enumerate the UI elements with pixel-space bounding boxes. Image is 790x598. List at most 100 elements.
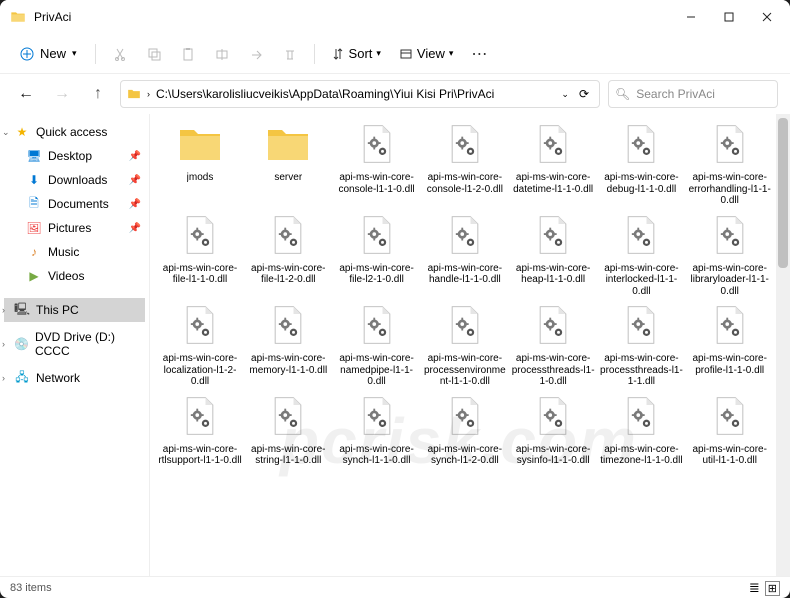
sidebar-quick-access[interactable]: ⌄★Quick access <box>4 120 145 144</box>
file-item[interactable]: api-ms-win-core-namedpipe-l1-1-0.dll <box>335 301 419 388</box>
item-count: 83 items <box>10 582 52 594</box>
back-button[interactable]: ← <box>12 80 40 108</box>
file-item[interactable]: api-ms-win-core-synch-l1-2-0.dll <box>423 392 507 467</box>
file-name: api-ms-win-core-file-l2-1-0.dll <box>335 263 419 286</box>
status-bar: 83 items ≣ ⊞ <box>0 576 790 598</box>
pin-icon: 📌 <box>129 223 141 234</box>
dll-file-icon <box>353 392 401 440</box>
file-item[interactable]: api-ms-win-core-interlocked-l1-1-0.dll <box>599 211 683 298</box>
scroll-thumb[interactable] <box>778 118 788 268</box>
share-button[interactable] <box>242 40 270 68</box>
file-item[interactable]: api-ms-win-core-console-l1-2-0.dll <box>423 120 507 207</box>
dll-file-icon <box>617 120 665 168</box>
file-item[interactable]: api-ms-win-core-processthreads-l1-1-0.dl… <box>511 301 595 388</box>
file-item[interactable]: api-ms-win-core-datetime-l1-1-0.dll <box>511 120 595 207</box>
content-area[interactable]: jmodsserverapi-ms-win-core-console-l1-1-… <box>150 114 790 576</box>
pin-icon: 📌 <box>129 151 141 162</box>
file-item[interactable]: api-ms-win-core-handle-l1-1-0.dll <box>423 211 507 298</box>
details-view-button[interactable]: ≣ <box>749 580 760 596</box>
file-item[interactable]: api-ms-win-core-console-l1-1-0.dll <box>335 120 419 207</box>
separator <box>95 44 96 64</box>
folder-icon <box>176 120 224 168</box>
file-name: api-ms-win-core-timezone-l1-1-0.dll <box>599 444 683 467</box>
folder-icon <box>264 120 312 168</box>
search-input[interactable]: 🔍︎ Search PrivAci <box>608 80 778 108</box>
sidebar-videos[interactable]: ▶Videos <box>4 264 145 288</box>
view-button[interactable]: View ▾ <box>393 42 459 65</box>
file-item[interactable]: api-ms-win-core-libraryloader-l1-1-0.dll <box>688 211 772 298</box>
sidebar-downloads[interactable]: ⬇Downloads📌 <box>4 168 145 192</box>
file-name: api-ms-win-core-profile-l1-1-0.dll <box>688 353 772 376</box>
scrollbar[interactable] <box>776 114 790 576</box>
sort-label: Sort <box>349 46 373 61</box>
file-item[interactable]: api-ms-win-core-profile-l1-1-0.dll <box>688 301 772 388</box>
delete-button[interactable] <box>276 40 304 68</box>
file-name: api-ms-win-core-console-l1-2-0.dll <box>423 172 507 195</box>
toolbar: New ▾ Sort ▾ View ▾ ⋯ <box>0 34 790 74</box>
folder-icon <box>127 87 141 101</box>
more-button[interactable]: ⋯ <box>465 40 493 68</box>
file-name: api-ms-win-core-memory-l1-1-0.dll <box>246 353 330 376</box>
file-name: api-ms-win-core-sysinfo-l1-1-0.dll <box>511 444 595 467</box>
file-name: api-ms-win-core-debug-l1-1-0.dll <box>599 172 683 195</box>
paste-button[interactable] <box>174 40 202 68</box>
file-item[interactable]: api-ms-win-core-processthreads-l1-1-1.dl… <box>599 301 683 388</box>
file-item[interactable]: api-ms-win-core-localization-l1-2-0.dll <box>158 301 242 388</box>
refresh-button[interactable]: ⟳ <box>579 87 589 101</box>
sidebar-documents[interactable]: 🗎Documents📌 <box>4 192 145 216</box>
pin-icon: 📌 <box>129 175 141 186</box>
copy-button[interactable] <box>140 40 168 68</box>
file-item[interactable]: api-ms-win-core-processenvironment-l1-1-… <box>423 301 507 388</box>
close-button[interactable] <box>748 0 786 34</box>
file-item[interactable]: api-ms-win-core-memory-l1-1-0.dll <box>246 301 330 388</box>
window-title: PrivAci <box>34 10 672 24</box>
file-item[interactable]: api-ms-win-core-synch-l1-1-0.dll <box>335 392 419 467</box>
file-item[interactable]: api-ms-win-core-timezone-l1-1-0.dll <box>599 392 683 467</box>
file-name: api-ms-win-core-file-l1-2-0.dll <box>246 263 330 286</box>
file-item[interactable]: api-ms-win-core-debug-l1-1-0.dll <box>599 120 683 207</box>
maximize-button[interactable] <box>710 0 748 34</box>
file-name: api-ms-win-core-processthreads-l1-1-0.dl… <box>511 353 595 388</box>
new-label: New <box>40 46 66 61</box>
dll-file-icon <box>617 211 665 259</box>
sidebar-dvd-drive[interactable]: ›💿DVD Drive (D:) CCCC <box>4 332 145 356</box>
chevron-down-icon: ▾ <box>376 48 381 59</box>
folder-item[interactable]: jmods <box>158 120 242 207</box>
folder-item[interactable]: server <box>246 120 330 207</box>
sort-button[interactable]: Sort ▾ <box>325 42 387 65</box>
window-folder-icon <box>10 9 26 25</box>
minimize-button[interactable] <box>672 0 710 34</box>
search-placeholder: Search PrivAci <box>636 87 715 101</box>
file-item[interactable]: api-ms-win-core-file-l1-2-0.dll <box>246 211 330 298</box>
cut-button[interactable] <box>106 40 134 68</box>
chevron-down-icon[interactable]: ⌄ <box>561 89 569 100</box>
rename-button[interactable] <box>208 40 236 68</box>
file-item[interactable]: api-ms-win-core-file-l1-1-0.dll <box>158 211 242 298</box>
file-item[interactable]: api-ms-win-core-util-l1-1-0.dll <box>688 392 772 467</box>
sidebar-this-pc[interactable]: ›🖳This PC <box>4 298 145 322</box>
dll-file-icon <box>441 120 489 168</box>
address-bar[interactable]: › C:\Users\karolisliucveikis\AppData\Roa… <box>120 80 600 108</box>
file-name: api-ms-win-core-processenvironment-l1-1-… <box>423 353 507 388</box>
new-button[interactable]: New ▾ <box>12 42 85 65</box>
sidebar-network[interactable]: ›🖧Network <box>4 366 145 390</box>
file-item[interactable]: api-ms-win-core-heap-l1-1-0.dll <box>511 211 595 298</box>
sidebar-music[interactable]: ♪Music <box>4 240 145 264</box>
file-item[interactable]: api-ms-win-core-errorhandling-l1-1-0.dll <box>688 120 772 207</box>
file-item[interactable]: api-ms-win-core-sysinfo-l1-1-0.dll <box>511 392 595 467</box>
sidebar-desktop[interactable]: 🖥Desktop📌 <box>4 144 145 168</box>
file-item[interactable]: api-ms-win-core-string-l1-1-0.dll <box>246 392 330 467</box>
icons-view-button[interactable]: ⊞ <box>765 581 780 596</box>
dll-file-icon <box>353 120 401 168</box>
file-item[interactable]: api-ms-win-core-rtlsupport-l1-1-0.dll <box>158 392 242 467</box>
file-name: api-ms-win-core-localization-l1-2-0.dll <box>158 353 242 388</box>
address-path: C:\Users\karolisliucveikis\AppData\Roami… <box>156 87 494 101</box>
file-name: api-ms-win-core-synch-l1-2-0.dll <box>423 444 507 467</box>
dll-file-icon <box>264 301 312 349</box>
dll-file-icon <box>176 301 224 349</box>
file-item[interactable]: api-ms-win-core-file-l2-1-0.dll <box>335 211 419 298</box>
sidebar-pictures[interactable]: 🖼Pictures📌 <box>4 216 145 240</box>
up-button[interactable]: ↑ <box>84 80 112 108</box>
forward-button[interactable]: → <box>48 80 76 108</box>
chevron-right-icon: › <box>147 89 150 99</box>
